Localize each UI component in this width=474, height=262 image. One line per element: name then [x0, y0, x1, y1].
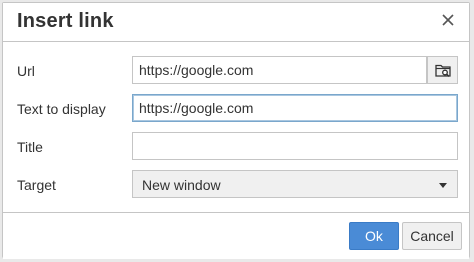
title-label: Title [17, 139, 43, 155]
url-row: Url [3, 56, 469, 86]
ok-button[interactable]: Ok [349, 222, 399, 250]
cancel-button[interactable]: Cancel [402, 222, 462, 250]
target-select-value: New window [142, 177, 221, 193]
close-icon[interactable] [437, 9, 459, 31]
title-input[interactable] [132, 132, 458, 160]
file-picker-button[interactable] [427, 56, 458, 84]
url-input[interactable] [132, 56, 427, 84]
text-to-display-label: Text to display [17, 101, 106, 117]
text-to-display-row: Text to display [3, 94, 469, 124]
dialog-title: Insert link [17, 10, 114, 32]
title-row: Title [3, 132, 469, 162]
dialog-footer: Ok Cancel [3, 213, 469, 259]
insert-link-dialog: Insert link Url Text to display [2, 2, 470, 259]
target-label: Target [17, 177, 56, 193]
chevron-down-icon [439, 183, 447, 188]
folder-search-icon [435, 64, 451, 78]
target-row: Target New window [3, 170, 469, 200]
text-to-display-input[interactable] [132, 94, 458, 122]
dialog-header: Insert link [3, 3, 469, 42]
target-select[interactable]: New window [132, 170, 458, 198]
url-label: Url [17, 63, 35, 79]
dialog-body: Url Text to display Title Target New [3, 42, 469, 213]
